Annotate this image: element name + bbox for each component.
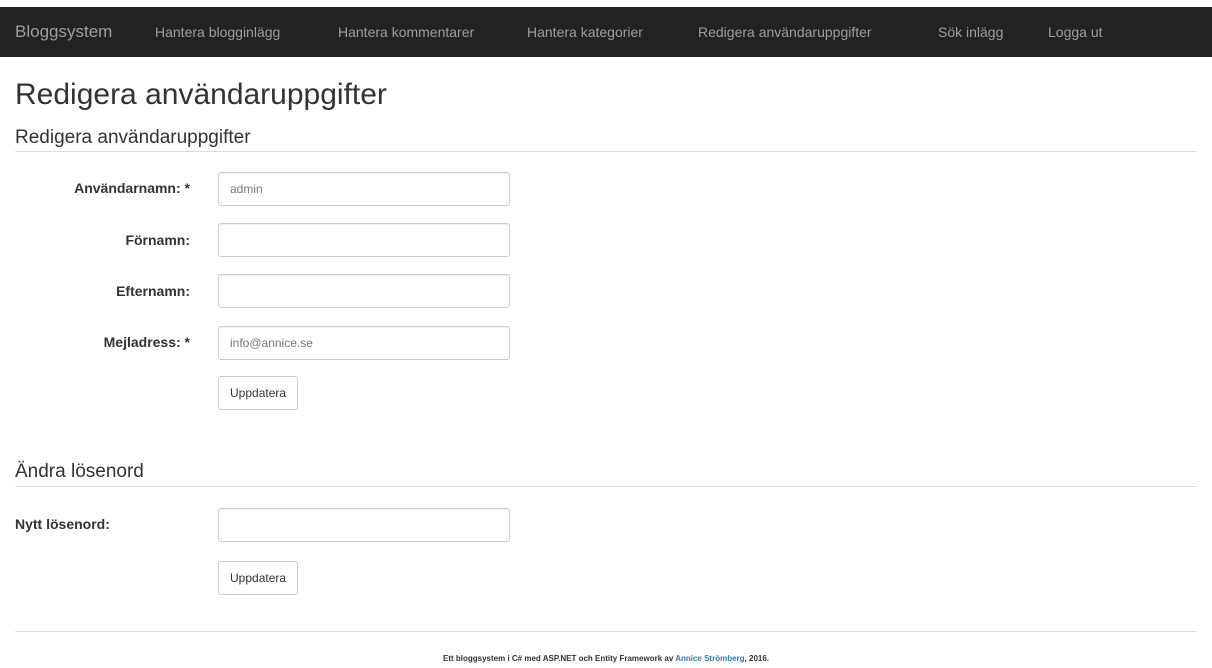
lastname-input[interactable] (218, 274, 510, 308)
update-user-button[interactable]: Uppdatera (218, 376, 299, 410)
nav-item-logout[interactable]: Logga ut (1048, 24, 1103, 40)
username-label: Användarnamn: * (74, 180, 190, 196)
navbar-brand[interactable]: Bloggsystem (15, 22, 112, 42)
footer-year: , 2016. (744, 654, 770, 663)
nav-item-manage-posts[interactable]: Hantera blogginlägg (155, 24, 280, 40)
section-divider (15, 151, 1197, 152)
new-password-input[interactable] (218, 508, 510, 542)
firstname-input[interactable] (218, 223, 510, 257)
user-section-title: Redigera användaruppgifter (15, 127, 251, 148)
section-divider (15, 486, 1197, 487)
footer-text: Ett bloggsystem i C# med ASP.NET och Ent… (442, 654, 676, 663)
nav-item-manage-comments[interactable]: Hantera kommentarer (338, 24, 474, 40)
nav-item-search-posts[interactable]: Sök inlägg (938, 24, 1003, 40)
footer-divider (15, 631, 1197, 632)
nav-item-edit-user[interactable]: Redigera användaruppgifter (698, 24, 872, 40)
email-label: Mejladress: * (103, 334, 190, 350)
username-input[interactable] (218, 172, 510, 206)
top-navbar: Bloggsystem Hantera blogginlägg Hantera … (0, 7, 1212, 57)
nav-item-manage-categories[interactable]: Hantera kategorier (527, 24, 643, 40)
firstname-label: Förnamn: (125, 232, 190, 248)
new-password-label: Nytt lösenord: (15, 516, 110, 532)
lastname-label: Efternamn: (116, 283, 190, 299)
footer: Ett bloggsystem i C# med ASP.NET och Ent… (0, 654, 1212, 663)
email-input[interactable] (218, 326, 510, 360)
author-link[interactable]: Annice Strömberg (675, 654, 744, 663)
update-password-button[interactable]: Uppdatera (218, 561, 299, 595)
password-section-title: Ändra lösenord (15, 461, 144, 482)
page-title: Redigera användaruppgifter (15, 78, 387, 111)
